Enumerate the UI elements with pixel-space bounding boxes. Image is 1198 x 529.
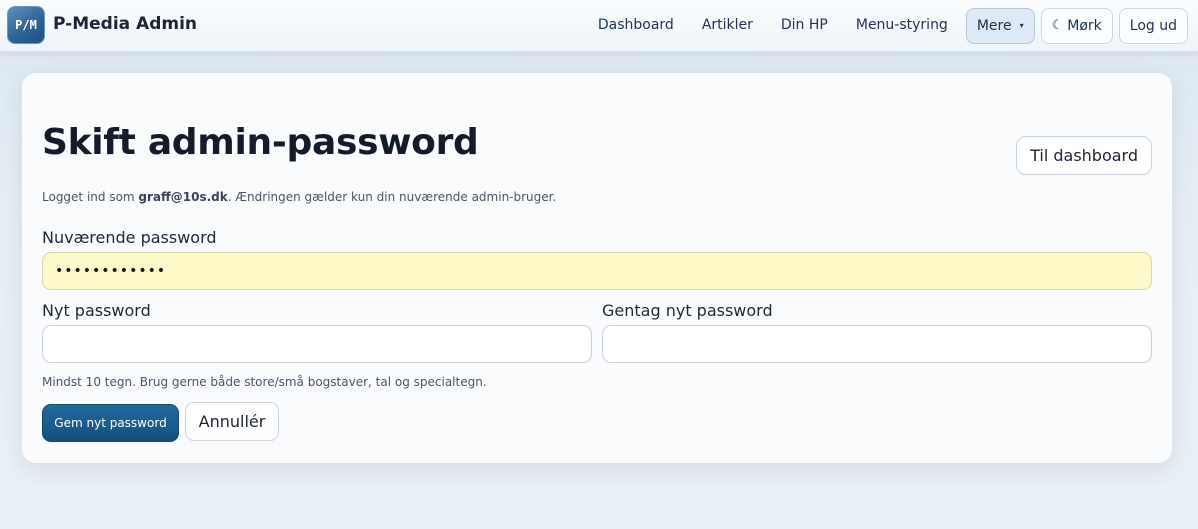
nav-din-hp[interactable]: Din HP <box>767 7 842 44</box>
caret-down-icon: ▾ <box>1019 21 1024 30</box>
app-logo[interactable]: P/M <box>7 6 45 44</box>
new-password-label: Nyt password <box>42 301 151 320</box>
password-hint: Mindst 10 tegn. Brug gerne både store/sm… <box>42 375 487 389</box>
cancel-button[interactable]: Annullér <box>185 402 279 441</box>
nav-menu-styring[interactable]: Menu-styring <box>842 7 962 44</box>
dark-mode-toggle[interactable]: ☾ Mørk <box>1040 7 1113 44</box>
save-password-button[interactable]: Gem nyt password <box>42 404 179 442</box>
logout-button[interactable]: Log ud <box>1118 7 1188 44</box>
top-navbar: P/M P-Media Admin Dashboard Artikler Din… <box>0 0 1198 52</box>
new-password-input[interactable] <box>42 325 592 363</box>
app-brand[interactable]: P-Media Admin <box>53 14 197 34</box>
info-prefix: Logget ind som <box>42 190 139 204</box>
repeat-password-label: Gentag nyt password <box>602 301 773 320</box>
page-title: Skift admin-password <box>42 122 479 163</box>
password-card: Skift admin-password Til dashboard Logge… <box>22 73 1172 463</box>
info-user: graff@10s.dk <box>138 190 228 204</box>
moon-icon: ☾ <box>1051 18 1064 33</box>
more-label: Mere <box>976 17 1012 34</box>
current-password-label: Nuværende password <box>42 228 217 247</box>
nav-artikler[interactable]: Artikler <box>688 7 767 44</box>
current-password-input[interactable]: •••••••••••• <box>42 252 1152 290</box>
info-suffix: . Ændringen gælder kun din nuværende adm… <box>227 190 557 204</box>
main-nav: Dashboard Artikler Din HP Menu-styring M… <box>584 7 1198 44</box>
nav-dashboard[interactable]: Dashboard <box>584 7 688 44</box>
to-dashboard-button[interactable]: Til dashboard <box>1016 136 1152 175</box>
repeat-password-input[interactable] <box>602 325 1152 363</box>
login-info: Logget ind som graff@10s.dk. Ændringen g… <box>42 190 556 204</box>
more-dropdown-button[interactable]: Mere ▾ <box>965 7 1035 44</box>
dark-mode-label: Mørk <box>1067 17 1102 34</box>
